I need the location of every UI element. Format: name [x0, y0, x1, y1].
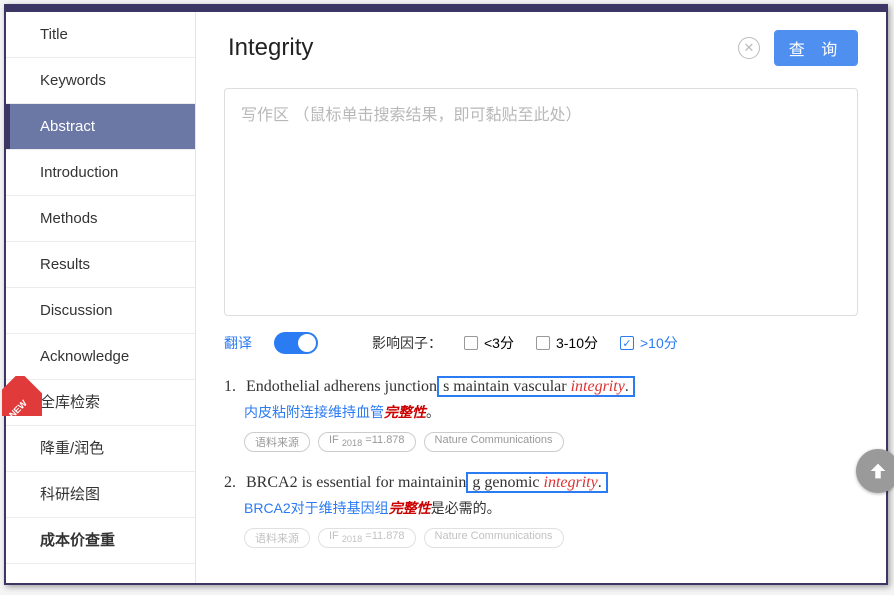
translate-label: 翻译 [224, 333, 252, 353]
if-gt10-label: >10分 [640, 333, 678, 353]
app-frame: Title Keywords Abstract Introduction Met… [4, 4, 888, 585]
trans-keyword: 完整性 [384, 404, 426, 420]
sidebar: Title Keywords Abstract Introduction Met… [6, 12, 196, 583]
highlight-pre: s maintain vascular [443, 378, 571, 395]
trans-pre: 内皮粘附连接维持血管 [244, 404, 384, 420]
sidebar-item-discussion[interactable]: Discussion [6, 288, 195, 334]
filter-row: 翻译 影响因子： <3分 3-10分 >10分 [224, 332, 858, 354]
impact-factor-pill[interactable]: IF 2018 =11.878 [318, 432, 416, 452]
translate-toggle[interactable] [274, 332, 318, 354]
sidebar-item-title[interactable]: Title [6, 12, 195, 58]
result-number: 2. [224, 474, 242, 492]
new-badge: NEW [2, 376, 42, 416]
sidebar-item-introduction[interactable]: Introduction [6, 150, 195, 196]
trans-tail: 。 [426, 404, 440, 420]
trans-pre: BRCA2对于维持基因组 [244, 500, 389, 516]
query-button[interactable]: 查 询 [774, 30, 858, 66]
sidebar-item-label: 全库检索 [40, 394, 100, 411]
arrow-up-icon [867, 460, 889, 482]
result-translation: 内皮粘附连接维持血管完整性。 [224, 402, 858, 422]
highlight-box: s maintain vascular integrity. [437, 376, 635, 397]
trans-keyword: 完整性 [389, 500, 431, 516]
if-3to10-checkbox[interactable]: 3-10分 [536, 333, 598, 353]
checkbox-icon [620, 336, 634, 350]
if-lt3-checkbox[interactable]: <3分 [464, 333, 514, 353]
sidebar-item-methods[interactable]: Methods [6, 196, 195, 242]
fade-overlay [196, 563, 886, 583]
impact-factor-label: 影响因子： [372, 333, 442, 353]
if-3to10-label: 3-10分 [556, 333, 598, 353]
sidebar-item-keywords[interactable]: Keywords [6, 58, 195, 104]
result-sentence: 1. Endothelial adherens junctions mainta… [224, 378, 858, 396]
result-text-pre: Endothelial adherens junction [246, 378, 437, 395]
highlight-tail: . [625, 378, 629, 395]
result-item[interactable]: 1. Endothelial adherens junctions mainta… [224, 378, 858, 452]
sidebar-item-acknowledge[interactable]: Acknowledge [6, 334, 195, 380]
results-list: 1. Endothelial adherens junctions mainta… [224, 378, 858, 548]
source-pill[interactable]: 语料来源 [244, 432, 310, 452]
result-item[interactable]: 2. BRCA2 is essential for maintaining ge… [224, 474, 858, 548]
highlight-tail: . [598, 474, 602, 491]
impact-factor-pill[interactable]: IF 2018 =11.878 [318, 528, 416, 548]
source-pill[interactable]: 语料来源 [244, 528, 310, 548]
checkbox-icon [536, 336, 550, 350]
if-lt3-label: <3分 [484, 333, 514, 353]
writing-area[interactable]: 写作区 （鼠标单击搜索结果，即可黏贴至此处） [224, 88, 858, 316]
main-pane: ✕ 查 询 写作区 （鼠标单击搜索结果，即可黏贴至此处） 翻译 影响因子： <3… [196, 12, 886, 583]
sidebar-item-abstract[interactable]: Abstract [6, 104, 195, 150]
checkbox-icon [464, 336, 478, 350]
sidebar-item-full-search[interactable]: 全库检索 NEW [6, 380, 195, 426]
sidebar-item-plagiarism-check[interactable]: 成本价查重 [6, 518, 195, 564]
search-row: ✕ 查 询 [224, 26, 858, 70]
result-sentence: 2. BRCA2 is essential for maintaining ge… [224, 474, 858, 492]
highlight-pre: g genomic [472, 474, 543, 491]
scroll-to-top-button[interactable] [856, 449, 894, 493]
keyword: integrity [544, 474, 598, 491]
clear-icon[interactable]: ✕ [738, 37, 760, 59]
highlight-box: g genomic integrity. [466, 472, 607, 493]
trans-tail: 是必需的。 [431, 500, 501, 516]
journal-pill[interactable]: Nature Communications [424, 432, 564, 452]
app-body: Title Keywords Abstract Introduction Met… [6, 12, 886, 583]
search-input[interactable] [224, 26, 764, 70]
sidebar-item-research-plot[interactable]: 科研绘图 [6, 472, 195, 518]
result-number: 1. [224, 378, 242, 396]
sidebar-item-results[interactable]: Results [6, 242, 195, 288]
result-translation: BRCA2对于维持基因组完整性是必需的。 [224, 498, 858, 518]
result-meta-row: 语料来源 IF 2018 =11.878 Nature Communicatio… [224, 432, 858, 452]
journal-pill[interactable]: Nature Communications [424, 528, 564, 548]
keyword: integrity [571, 378, 625, 395]
if-gt10-checkbox[interactable]: >10分 [620, 333, 678, 353]
sidebar-item-rewrite[interactable]: 降重/润色 [6, 426, 195, 472]
search-box: ✕ [224, 26, 764, 70]
result-text-pre: BRCA2 is essential for maintainin [246, 474, 466, 491]
result-meta-row: 语料来源 IF 2018 =11.878 Nature Communicatio… [224, 528, 858, 548]
